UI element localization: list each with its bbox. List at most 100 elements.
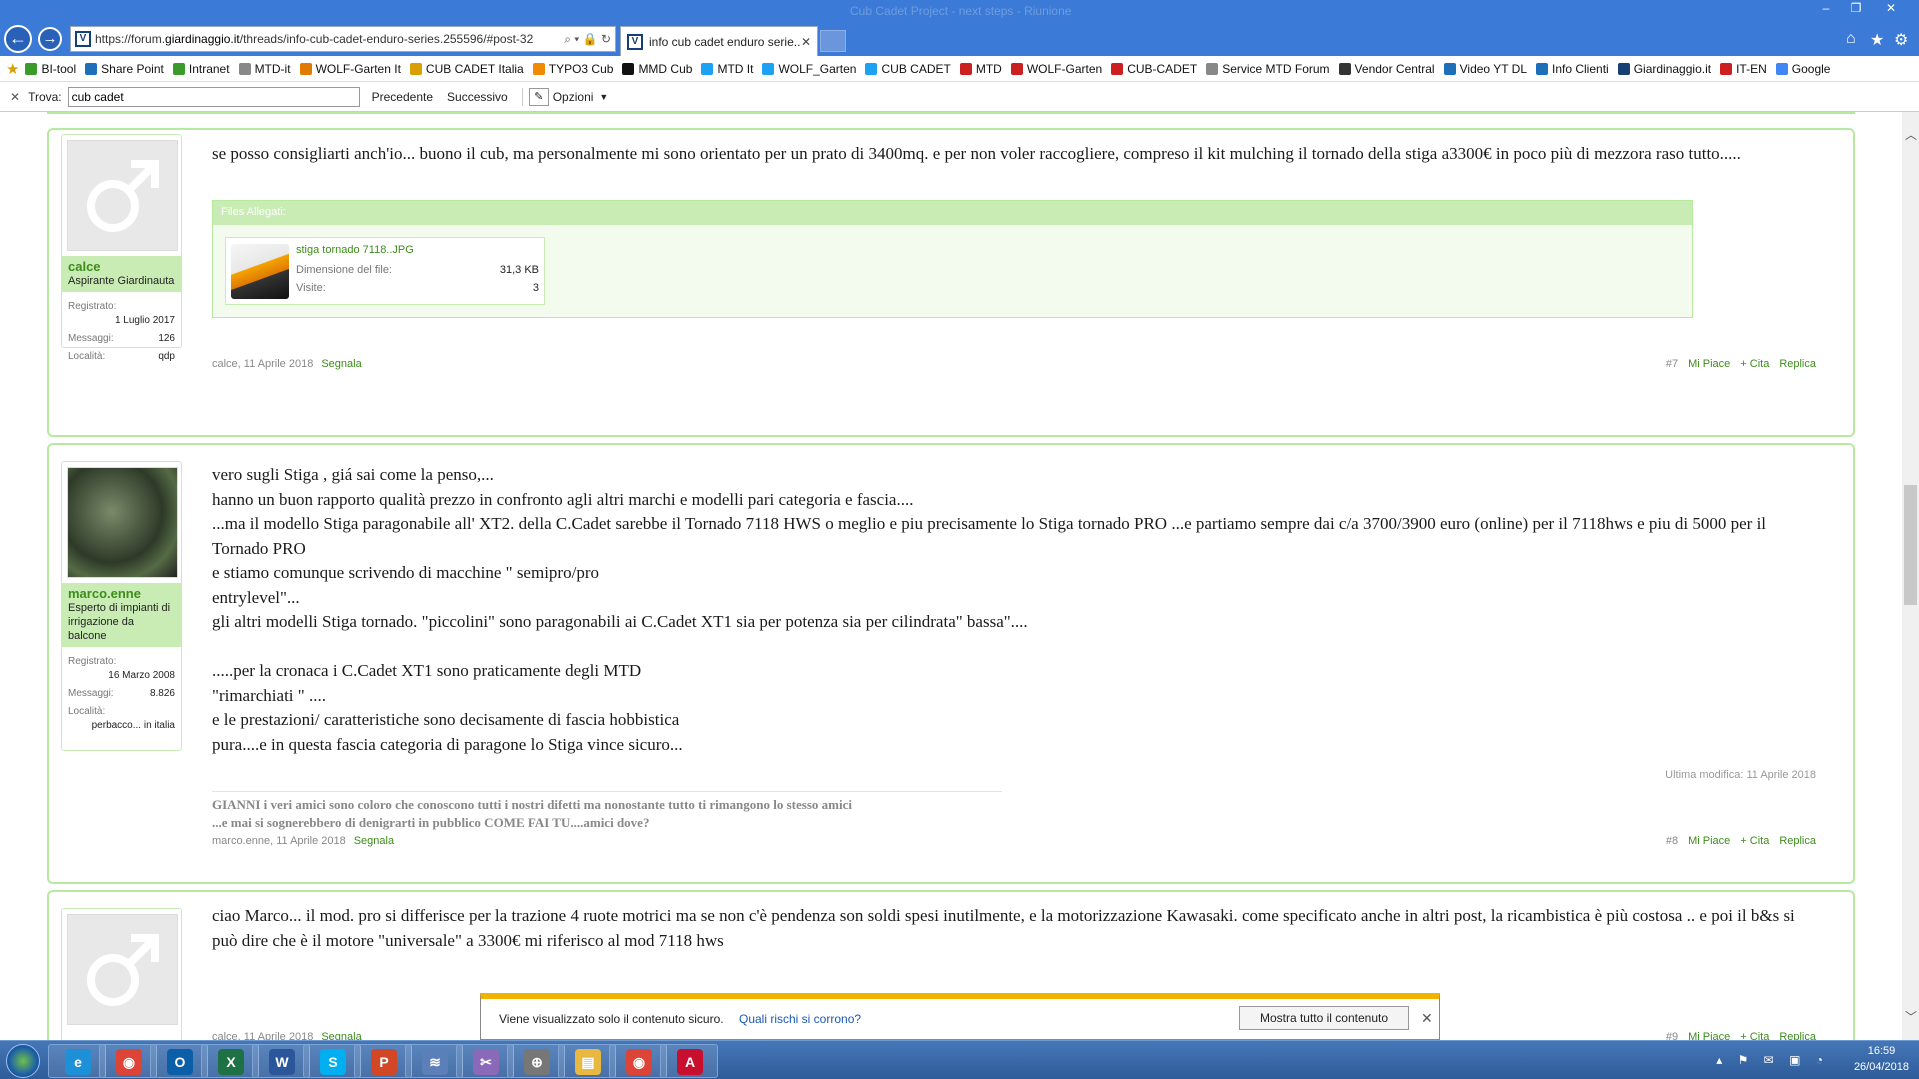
- favorite-link[interactable]: Vendor Central: [1338, 62, 1435, 76]
- message-line: vero sugli Stiga , giá sai come la penso…: [212, 465, 494, 484]
- attachment-thumbnail[interactable]: [231, 244, 289, 299]
- attachment-item[interactable]: stiga tornado 7118..JPG Dimensione del f…: [225, 237, 545, 305]
- taskbar-chrome-app-button[interactable]: ◉: [609, 1044, 667, 1078]
- message-line: ...ma il modello Stiga paragonabile all'…: [212, 514, 1767, 558]
- taskbar-excel-button[interactable]: X: [201, 1044, 259, 1078]
- favorite-link[interactable]: IT-EN: [1720, 62, 1767, 76]
- favorite-link[interactable]: MMD Cub: [622, 62, 692, 76]
- attachment-filename[interactable]: stiga tornado 7118..JPG: [296, 244, 414, 256]
- restore-button[interactable]: ❐: [1845, 0, 1867, 16]
- tab-close-icon[interactable]: ✕: [801, 35, 811, 49]
- username[interactable]: calce: [62, 256, 181, 274]
- system-tray-icons[interactable]: ▴ ⚑ ✉ ▣ ◔: [1716, 1053, 1829, 1067]
- favorite-icon: [85, 62, 98, 75]
- find-close-icon[interactable]: ✕: [10, 90, 20, 104]
- report-link[interactable]: Segnala: [321, 358, 361, 370]
- favorite-link[interactable]: MTD-it: [238, 62, 291, 76]
- taskbar-powerpoint-button[interactable]: P: [354, 1044, 412, 1078]
- previous-post-border: [47, 112, 1855, 114]
- url-text[interactable]: https://forum.giardinaggio.it/threads/in…: [95, 32, 564, 46]
- favorite-link[interactable]: Intranet: [172, 62, 230, 76]
- favorite-link[interactable]: CUB-CADET: [1111, 62, 1197, 76]
- taskbar-snipping-tool-button[interactable]: ✂: [456, 1044, 514, 1078]
- find-input[interactable]: [67, 86, 360, 107]
- favorite-icon: [762, 62, 775, 75]
- post-number[interactable]: #7: [1666, 358, 1678, 370]
- start-button[interactable]: [6, 1044, 40, 1078]
- forward-button[interactable]: →: [38, 27, 62, 51]
- taskbar-acrobat-button[interactable]: A: [660, 1044, 718, 1078]
- close-window-button[interactable]: ✕: [1880, 0, 1902, 16]
- vertical-scrollbar[interactable]: ︿ ﹀: [1902, 112, 1919, 1040]
- reply-link[interactable]: Replica: [1779, 835, 1816, 847]
- favorite-label: Video YT DL: [1459, 61, 1527, 76]
- favorite-link[interactable]: CUB CADET Italia: [409, 62, 524, 76]
- taskbar-chrome-button[interactable]: ◉: [99, 1044, 157, 1078]
- favorite-link[interactable]: MTD It: [701, 62, 753, 76]
- like-link[interactable]: Mi Piace: [1688, 358, 1730, 370]
- find-options-button[interactable]: ✎ Opzioni ▼: [521, 87, 608, 106]
- scroll-up-icon[interactable]: ︿: [1905, 126, 1917, 143]
- post-author-date[interactable]: calce, 11 Aprile 2018: [212, 358, 313, 370]
- favorite-link[interactable]: Video YT DL: [1443, 61, 1527, 76]
- taskbar-network-tool-button[interactable]: ⊕: [507, 1044, 565, 1078]
- avatar[interactable]: [67, 914, 178, 1025]
- find-next-button[interactable]: Successivo: [447, 90, 508, 104]
- favorite-icon: [959, 62, 972, 75]
- taskbar-file-explorer-button[interactable]: ▤: [558, 1044, 616, 1078]
- favorite-link[interactable]: MTD: [959, 62, 1002, 76]
- back-button[interactable]: ←: [4, 25, 32, 53]
- scrollbar-thumb[interactable]: [1904, 485, 1917, 605]
- show-all-content-button[interactable]: Mostra tutto il contenuto: [1239, 1006, 1409, 1030]
- taskbar-word-button[interactable]: W: [252, 1044, 310, 1078]
- quote-link[interactable]: + Cita: [1740, 358, 1769, 370]
- report-link[interactable]: Segnala: [354, 835, 394, 847]
- add-favorite-star-icon[interactable]: ★: [6, 60, 19, 78]
- favorites-star-icon[interactable]: ★: [1870, 30, 1884, 50]
- reply-link[interactable]: Replica: [1779, 358, 1816, 370]
- taskbar-outlook-button[interactable]: O: [150, 1044, 208, 1078]
- taskbar-internet-explorer-button[interactable]: e: [48, 1044, 106, 1078]
- quote-link[interactable]: + Cita: [1740, 1031, 1769, 1040]
- user-stats: Registrato: 1 Luglio 2017 Messaggi: 126 L…: [62, 292, 181, 370]
- avatar[interactable]: [67, 467, 178, 578]
- post-author-date[interactable]: marco.enne, 11 Aprile 2018: [212, 835, 346, 847]
- favorite-link[interactable]: TYPO3 Cub: [532, 61, 614, 76]
- reply-link[interactable]: Replica: [1779, 1031, 1816, 1040]
- favorite-link[interactable]: Info Clienti: [1536, 62, 1609, 76]
- post-author-date[interactable]: calce, 11 Aprile 2018: [212, 1031, 313, 1040]
- favorite-link[interactable]: WOLF-Garten It: [299, 62, 401, 76]
- favorite-link[interactable]: Giardinaggio.it: [1617, 62, 1711, 76]
- settings-gear-icon[interactable]: ⚙: [1894, 30, 1908, 50]
- post-number[interactable]: #9: [1666, 1031, 1678, 1040]
- clock[interactable]: 16:59 26/04/2018: [1854, 1043, 1909, 1075]
- favorite-link[interactable]: Service MTD Forum: [1206, 62, 1330, 76]
- like-link[interactable]: Mi Piace: [1688, 835, 1730, 847]
- favorite-link[interactable]: CUB CADET: [865, 62, 951, 76]
- report-link[interactable]: Segnala: [321, 1031, 361, 1040]
- scroll-down-icon[interactable]: ﹀: [1905, 1008, 1917, 1025]
- quote-link[interactable]: + Cita: [1740, 835, 1769, 847]
- post-number[interactable]: #8: [1666, 835, 1678, 847]
- new-tab-button[interactable]: [820, 30, 846, 52]
- notification-close-icon[interactable]: ✕: [1421, 1010, 1433, 1027]
- favorite-label: Share Point: [101, 61, 164, 76]
- favorite-label: TYPO3 Cub: [548, 61, 614, 76]
- favorite-link[interactable]: Share Point: [85, 62, 164, 76]
- favorite-link[interactable]: Google: [1775, 62, 1830, 76]
- favorite-link[interactable]: BI-tool: [25, 62, 76, 76]
- taskbar-skype-button[interactable]: S: [303, 1044, 361, 1078]
- find-previous-button[interactable]: Precedente: [372, 90, 433, 104]
- minimize-button[interactable]: –: [1815, 0, 1837, 16]
- risks-link[interactable]: Quali rischi si corrono?: [739, 1012, 861, 1026]
- username[interactable]: marco.enne: [62, 583, 181, 601]
- favorite-link[interactable]: WOLF-Garten: [1010, 62, 1102, 76]
- home-icon[interactable]: ⌂: [1846, 30, 1856, 48]
- address-bar-controls[interactable]: ⌕ ▾ 🔒 ↻: [564, 32, 615, 47]
- tab-active[interactable]: V info cub cadet enduro serie... ✕: [620, 26, 818, 56]
- address-bar[interactable]: V https://forum.giardinaggio.it/threads/…: [70, 26, 616, 52]
- taskbar-rss-button[interactable]: ≋: [405, 1044, 463, 1078]
- favorite-link[interactable]: WOLF_Garten: [762, 62, 856, 76]
- avatar[interactable]: [67, 140, 178, 251]
- like-link[interactable]: Mi Piace: [1688, 1031, 1730, 1040]
